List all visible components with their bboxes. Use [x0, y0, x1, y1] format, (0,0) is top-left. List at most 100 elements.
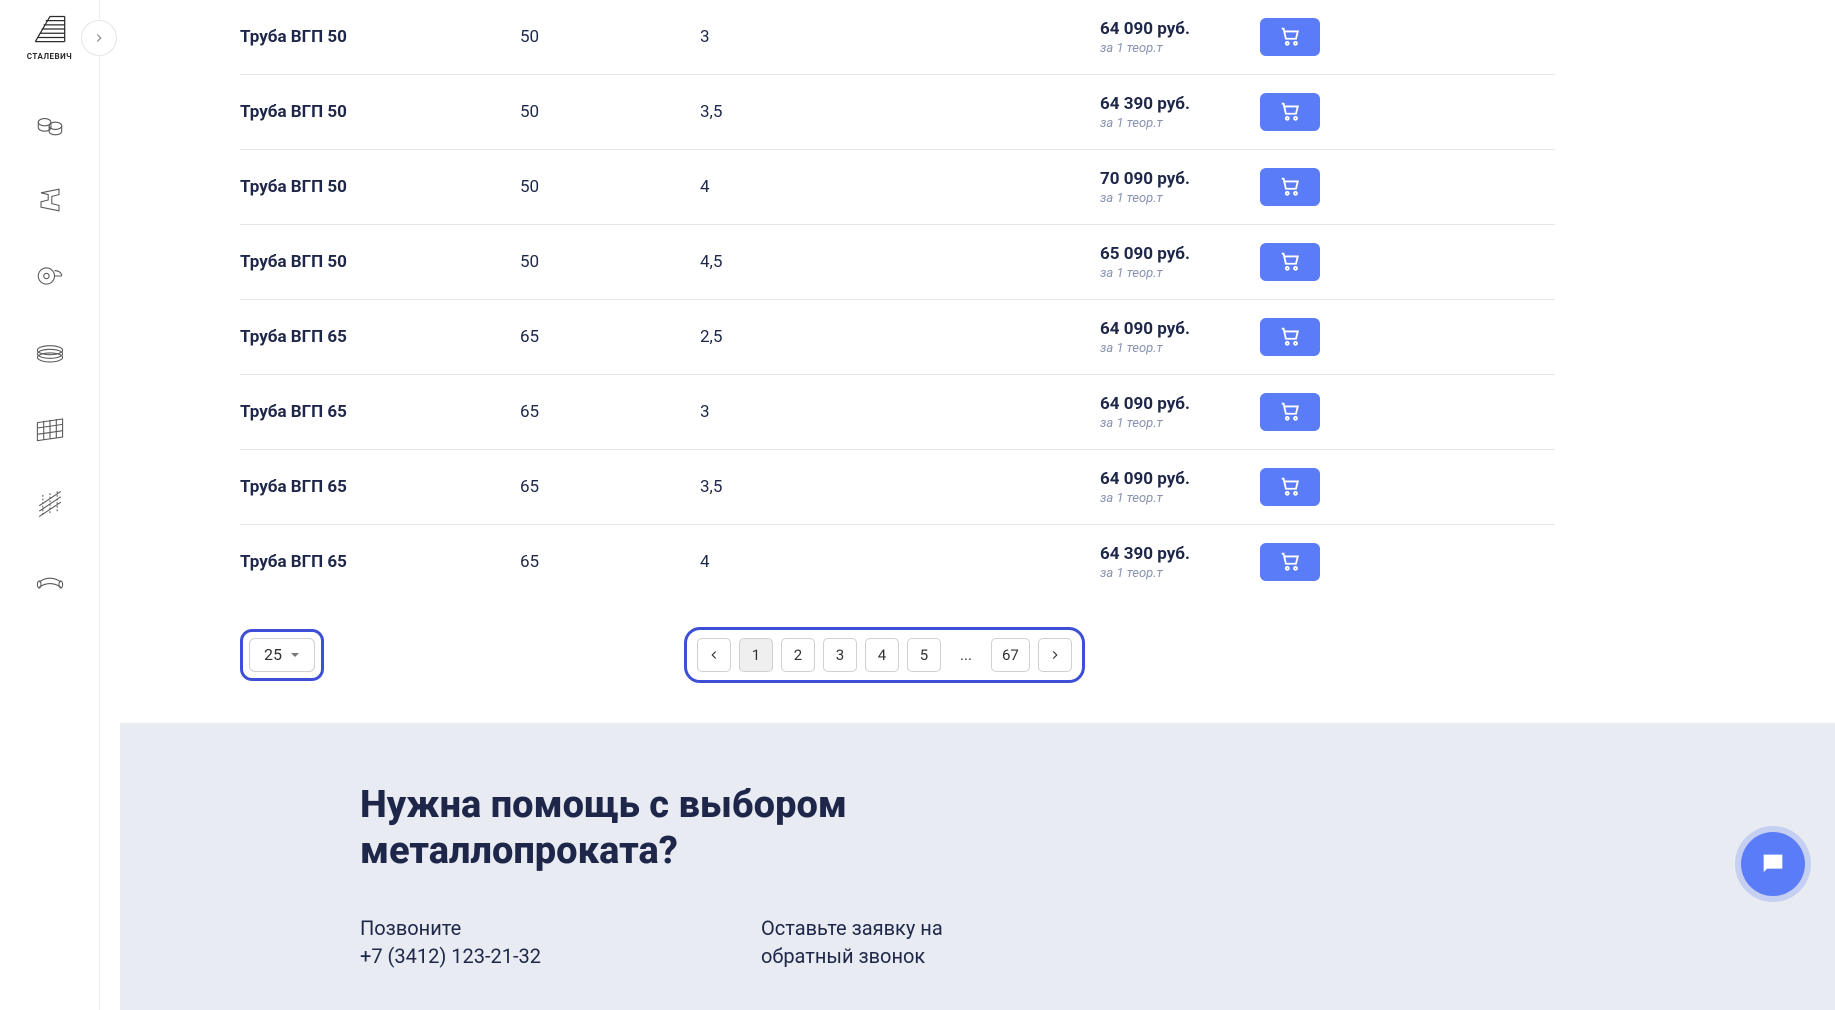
price-unit: за 1 теор.т	[1100, 566, 1260, 581]
beam-icon[interactable]	[22, 172, 78, 228]
table-row: Труба ВГП 65652,564 090 руб.за 1 теор.т	[240, 300, 1555, 375]
page-prev[interactable]	[697, 638, 731, 672]
price-cell: 64 090 руб.за 1 теор.т	[1100, 319, 1260, 356]
price-value: 65 090 руб.	[1100, 244, 1260, 264]
table-row: Труба ВГП 65653,564 090 руб. за 1 теор.т	[240, 450, 1555, 525]
page-3[interactable]: 3	[823, 638, 857, 672]
price-value: 64 390 руб.	[1100, 94, 1260, 114]
product-thickness: 3	[700, 402, 1100, 422]
table-row: Труба ВГП 6565364 090 руб. за 1 теор.т	[240, 375, 1555, 450]
product-thickness: 4	[700, 177, 1100, 197]
sidebar: СТАЛЕВИЧ	[0, 0, 100, 1010]
per-page-highlight: 25	[240, 629, 324, 681]
price-unit: за 1 теор.т	[1100, 491, 1260, 506]
cart-icon	[1279, 175, 1301, 200]
per-page-value: 25	[264, 647, 282, 663]
main-content: Труба ВГП 5050364 090 руб.за 1 теор.тТру…	[100, 0, 1835, 1010]
product-diameter: 50	[520, 27, 700, 47]
product-thickness: 3	[700, 27, 1100, 47]
price-unit: за 1 теор.т	[1100, 116, 1260, 131]
callback-line1: Оставьте заявку на	[761, 914, 943, 942]
page-ellipsis: ...	[949, 638, 983, 672]
cart-icon	[1279, 325, 1301, 350]
mesh-icon[interactable]	[22, 400, 78, 456]
chat-button[interactable]	[1741, 832, 1805, 896]
page-67[interactable]: 67	[991, 638, 1030, 672]
price-cell: 64 090 руб. за 1 теор.т	[1100, 394, 1260, 431]
page-4[interactable]: 4	[865, 638, 899, 672]
fittings-icon[interactable]	[22, 552, 78, 608]
call-label: Позвоните	[360, 914, 541, 942]
add-to-cart-button[interactable]	[1260, 18, 1320, 56]
product-name[interactable]: Труба ВГП 50	[240, 27, 520, 47]
price-value: 64 390 руб.	[1100, 544, 1260, 564]
chat-icon	[1759, 850, 1787, 878]
table-row: Труба ВГП 6565464 390 руб. за 1 теор.т	[240, 525, 1555, 599]
page-5[interactable]: 5	[907, 638, 941, 672]
price-unit: за 1 теор.т	[1100, 191, 1260, 206]
price-value: 70 090 руб.	[1100, 169, 1260, 189]
add-to-cart-button[interactable]	[1260, 318, 1320, 356]
cart-icon	[1279, 475, 1301, 500]
help-section: Нужна помощь с выбором металлопроката? П…	[120, 723, 1835, 1010]
price-value: 64 090 руб.	[1100, 469, 1260, 489]
price-unit: за 1 теор.т	[1100, 266, 1260, 281]
price-cell: 65 090 руб. за 1 теор.т	[1100, 244, 1260, 281]
product-diameter: 65	[520, 327, 700, 347]
add-to-cart-button[interactable]	[1260, 243, 1320, 281]
table-row: Труба ВГП 5050470 090 руб. за 1 теор.т	[240, 150, 1555, 225]
callback-block: Оставьте заявку на обратный звонок	[761, 914, 943, 970]
cart-icon	[1279, 400, 1301, 425]
per-page-select[interactable]: 25	[249, 638, 315, 672]
product-thickness: 3,5	[700, 477, 1100, 497]
product-diameter: 50	[520, 102, 700, 122]
price-value: 64 090 руб.	[1100, 19, 1260, 39]
wire-ring-icon[interactable]	[22, 324, 78, 380]
phone-number[interactable]: +7 (3412) 123-21-32	[360, 942, 541, 970]
product-diameter: 65	[520, 477, 700, 497]
product-diameter: 50	[520, 177, 700, 197]
cart-icon	[1279, 550, 1301, 575]
price-cell: 64 090 руб.за 1 теор.т	[1100, 19, 1260, 56]
product-table: Труба ВГП 5050364 090 руб.за 1 теор.тТру…	[240, 0, 1555, 599]
page-1[interactable]: 1	[739, 638, 773, 672]
table-row: Труба ВГП 5050364 090 руб.за 1 теор.т	[240, 0, 1555, 75]
rebar-icon[interactable]	[22, 476, 78, 532]
cart-icon	[1279, 250, 1301, 275]
product-diameter: 65	[520, 552, 700, 572]
add-to-cart-button[interactable]	[1260, 93, 1320, 131]
product-name[interactable]: Труба ВГП 50	[240, 177, 520, 197]
product-name[interactable]: Труба ВГП 65	[240, 402, 520, 422]
price-cell: 64 390 руб. за 1 теор.т	[1100, 94, 1260, 131]
product-name[interactable]: Труба ВГП 50	[240, 102, 520, 122]
product-name[interactable]: Труба ВГП 65	[240, 327, 520, 347]
add-to-cart-button[interactable]	[1260, 543, 1320, 581]
table-row: Труба ВГП 50504,565 090 руб.за 1 теор.т	[240, 225, 1555, 300]
cart-icon	[1279, 25, 1301, 50]
page-next[interactable]	[1038, 638, 1072, 672]
callback-line2: обратный звонок	[761, 942, 943, 970]
product-thickness: 4	[700, 552, 1100, 572]
product-name[interactable]: Труба ВГП 50	[240, 252, 520, 272]
price-value: 64 090 руб.	[1100, 394, 1260, 414]
price-cell: 64 390 руб. за 1 теор.т	[1100, 544, 1260, 581]
add-to-cart-button[interactable]	[1260, 168, 1320, 206]
product-name[interactable]: Труба ВГП 65	[240, 552, 520, 572]
price-cell: 70 090 руб. за 1 теор.т	[1100, 169, 1260, 206]
expand-sidebar-button[interactable]	[81, 20, 117, 56]
price-cell: 64 090 руб. за 1 теор.т	[1100, 469, 1260, 506]
price-value: 64 090 руб.	[1100, 319, 1260, 339]
call-block: Позвоните +7 (3412) 123-21-32	[360, 914, 541, 970]
page-2[interactable]: 2	[781, 638, 815, 672]
pipes-icon[interactable]	[22, 96, 78, 152]
add-to-cart-button[interactable]	[1260, 393, 1320, 431]
product-diameter: 65	[520, 402, 700, 422]
product-name[interactable]: Труба ВГП 65	[240, 477, 520, 497]
coil-icon[interactable]	[22, 248, 78, 304]
price-unit: за 1 теор.т	[1100, 416, 1260, 431]
cart-icon	[1279, 100, 1301, 125]
brand-logo[interactable]: СТАЛЕВИЧ	[15, 10, 84, 61]
product-thickness: 3,5	[700, 102, 1100, 122]
add-to-cart-button[interactable]	[1260, 468, 1320, 506]
dropdown-caret-icon	[290, 650, 300, 660]
